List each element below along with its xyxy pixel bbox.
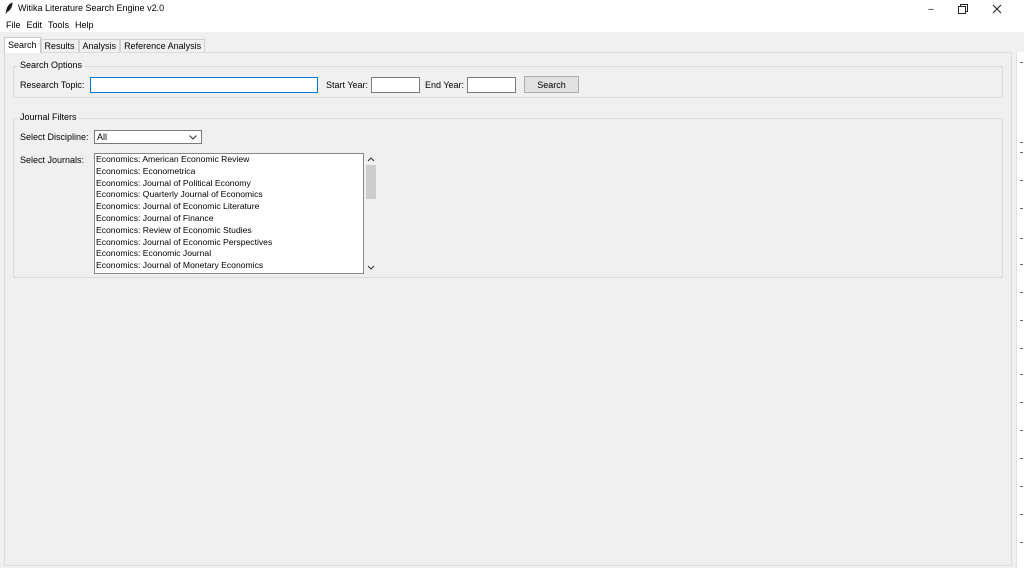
edge-mark (1020, 486, 1023, 487)
tab-bar: Search Results Analysis Reference Analys… (4, 37, 206, 53)
edge-mark (1020, 458, 1023, 459)
discipline-label: Select Discipline: (20, 132, 89, 142)
restore-button[interactable] (946, 0, 980, 18)
edge-mark (1020, 402, 1023, 403)
edge-mark (1020, 264, 1023, 265)
chevron-down-icon[interactable] (188, 131, 198, 143)
start-year-input[interactable] (372, 78, 419, 92)
research-topic-label: Research Topic: (20, 80, 85, 90)
edge-mark (1020, 142, 1023, 143)
list-item[interactable]: Economics: Quarterly Journal of Economic… (95, 189, 363, 201)
edge-mark (1020, 208, 1023, 209)
title-bar[interactable]: Witika Literature Search Engine v2.0 – (0, 0, 1024, 18)
edge-mark (1020, 152, 1023, 153)
edge-mark (1020, 62, 1023, 63)
minimize-button[interactable]: – (914, 0, 948, 18)
edge-mark (1020, 238, 1023, 239)
tab-analysis[interactable]: Analysis (78, 39, 121, 53)
research-topic-field[interactable] (90, 77, 318, 93)
end-year-input[interactable] (468, 78, 515, 92)
edge-mark (1020, 430, 1023, 431)
menu-help[interactable]: Help (73, 20, 98, 30)
tab-search[interactable]: Search (4, 37, 41, 53)
tab-results[interactable]: Results (40, 39, 79, 53)
journal-filters-frame: Journal Filters Select Discipline: All S… (13, 112, 1003, 278)
menu-edit[interactable]: Edit (25, 20, 47, 30)
start-year-field[interactable] (371, 77, 420, 93)
close-icon (992, 4, 1002, 14)
adjacent-window-edge (1016, 52, 1024, 568)
tab-reference-analysis[interactable]: Reference Analysis (120, 39, 206, 53)
journals-scrollbar[interactable] (365, 153, 377, 274)
edge-mark (1020, 180, 1023, 181)
end-year-field[interactable] (467, 77, 516, 93)
edge-mark (1020, 374, 1023, 375)
scroll-up-icon[interactable] (365, 154, 377, 164)
edge-mark (1020, 542, 1023, 543)
edge-mark (1020, 292, 1023, 293)
list-item[interactable]: Economics: Econometrica (95, 166, 363, 178)
list-item[interactable]: Economics: Journal of Monetary Economics (95, 260, 363, 272)
discipline-value: All (97, 132, 108, 142)
scroll-thumb[interactable] (366, 165, 376, 199)
feather-icon (5, 2, 13, 14)
minimize-icon: – (928, 3, 934, 15)
menu-file[interactable]: File (4, 20, 25, 30)
search-tab-panel: Search Options Research Topic: Start Yea… (4, 52, 1012, 566)
menu-tools[interactable]: Tools (46, 20, 73, 30)
search-button-label: Search (537, 79, 566, 90)
list-item[interactable]: Economics: Journal of Political Economy (95, 178, 363, 190)
search-button[interactable]: Search (524, 76, 579, 93)
start-year-label: Start Year: (326, 80, 369, 90)
research-topic-input[interactable] (91, 78, 317, 92)
edge-mark (1020, 514, 1023, 515)
discipline-dropdown[interactable]: All (94, 130, 202, 144)
scroll-down-icon[interactable] (365, 263, 377, 273)
edge-mark (1020, 348, 1023, 349)
list-item[interactable]: Economics: Review of Economic Studies (95, 225, 363, 237)
search-options-frame: Search Options Research Topic: Start Yea… (13, 60, 1003, 98)
list-item[interactable]: Economics: Journal of Finance (95, 213, 363, 225)
restore-icon (958, 4, 968, 14)
edge-mark (1020, 320, 1023, 321)
search-options-title: Search Options (18, 60, 85, 70)
menu-bar: File Edit Tools Help (0, 18, 1024, 32)
journals-listbox[interactable]: Economics: American Economic Review Econ… (94, 153, 364, 274)
close-button[interactable] (980, 0, 1014, 18)
list-item[interactable]: Economics: American Economic Review (95, 154, 363, 166)
window-title: Witika Literature Search Engine v2.0 (18, 3, 165, 13)
journal-filters-title: Journal Filters (18, 112, 79, 122)
list-item[interactable]: Economics: Economic Journal (95, 248, 363, 260)
list-item[interactable]: Economics: Journal of Economic Perspecti… (95, 237, 363, 249)
journals-label: Select Journals: (20, 155, 85, 165)
end-year-label: End Year: (425, 80, 465, 90)
app-window: Witika Literature Search Engine v2.0 – F… (0, 0, 1024, 568)
list-item[interactable]: Economics: Journal of Economic Literatur… (95, 201, 363, 213)
